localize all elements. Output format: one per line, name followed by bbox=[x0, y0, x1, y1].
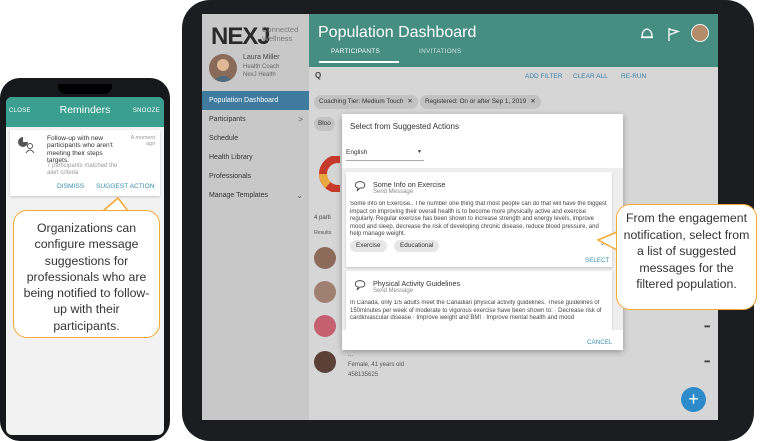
message-icon bbox=[354, 181, 366, 192]
close-icon[interactable]: ✕ bbox=[407, 98, 412, 105]
more-icon[interactable]: ••• bbox=[704, 357, 710, 366]
cancel-button[interactable]: CANCEL bbox=[587, 339, 613, 346]
active-tab-indicator bbox=[319, 61, 399, 63]
logo-subtitle-line-1: Connected bbox=[262, 25, 299, 34]
participant-meta: Female, 41 years old bbox=[348, 362, 405, 368]
tag-exercise: Exercise bbox=[350, 240, 387, 252]
reminder-subtext: 7 participants matched the alert criteri… bbox=[47, 163, 118, 176]
chevron-right-icon: > bbox=[298, 115, 303, 124]
avatar[interactable] bbox=[314, 247, 336, 269]
app-logo: NEXJ bbox=[211, 23, 271, 50]
action-body: Some info on Exercise.. The number one t… bbox=[350, 201, 607, 237]
action-title: Some Info on Exercise bbox=[373, 180, 446, 189]
phone-notch bbox=[58, 84, 112, 94]
user-avatar[interactable] bbox=[691, 24, 709, 42]
tab-invitations[interactable]: INVITATIONS bbox=[419, 48, 461, 55]
sidebar-item-schedule[interactable]: Schedule bbox=[202, 129, 309, 148]
actions-list[interactable]: Some Info on Exercise Send Message Some … bbox=[342, 168, 623, 330]
suggest-action-button[interactable]: SUGGEST ACTION bbox=[96, 183, 155, 190]
participant-id: 458135625 bbox=[348, 372, 379, 378]
avatar-image bbox=[212, 59, 234, 82]
action-title: Physical Activity Guidelines bbox=[373, 279, 461, 288]
profile-role: Health Coach bbox=[243, 64, 280, 70]
profile-name: Laura Miller bbox=[243, 54, 280, 61]
sidebar-item-health-library[interactable]: Health Library bbox=[202, 148, 309, 167]
dialog-title: Select from Suggested Actions bbox=[350, 122, 459, 131]
sidebar-item-label: Manage Templates bbox=[209, 192, 269, 199]
chip-label: Registered: On or after Sep 1, 2019 bbox=[425, 98, 527, 105]
flag-icon[interactable] bbox=[665, 26, 681, 42]
search-icon: Q bbox=[315, 71, 322, 80]
sidebar-item-label: Health Library bbox=[209, 154, 253, 161]
list-item[interactable]: Some Info on Exercise Send Message Some … bbox=[346, 172, 612, 267]
header: Population Dashboard PARTICIPANTS INVITA… bbox=[309, 14, 718, 67]
action-body: In Canada, only 1/5 adults meet the Cana… bbox=[350, 300, 602, 321]
tag-educational: Educational bbox=[394, 240, 440, 252]
sidebar-item-professionals[interactable]: Professionals bbox=[202, 167, 309, 186]
close-icon[interactable]: ✕ bbox=[530, 98, 535, 105]
reminders-header: CLOSE Reminders SNOOZE bbox=[6, 97, 164, 127]
dismiss-button[interactable]: DISMISS bbox=[57, 183, 84, 190]
snooze-button[interactable]: SNOOZE bbox=[133, 108, 160, 114]
chevron-down-icon[interactable]: ⌄ bbox=[600, 240, 605, 247]
reminder-timestamp: A moment ago bbox=[130, 135, 155, 147]
group-alert-icon bbox=[18, 137, 35, 154]
sidebar-item-label: Participants bbox=[209, 116, 246, 123]
sidebar-nav: Population Dashboard Participants > Sche… bbox=[202, 91, 309, 205]
caret-down-icon: ▼ bbox=[417, 149, 422, 155]
suggested-actions-dialog: Select from Suggested Actions English ▼ … bbox=[342, 114, 623, 350]
results-label: Results bbox=[314, 230, 332, 236]
reminder-card[interactable]: Follow-up with new participants who aren… bbox=[10, 130, 160, 196]
logo-subtitle: Connected Wellness bbox=[262, 25, 298, 43]
tab-participants[interactable]: PARTICIPANTS bbox=[331, 48, 380, 55]
language-select[interactable]: English ▼ bbox=[346, 149, 424, 161]
more-icon[interactable]: ••• bbox=[704, 322, 710, 331]
profile-org: NexJ Health bbox=[243, 72, 276, 78]
avatar[interactable] bbox=[314, 315, 336, 337]
sidebar-item-label: Population Dashboard bbox=[209, 97, 279, 104]
add-filter-button[interactable]: ADD FILTER bbox=[525, 73, 562, 80]
donut-chart-icon bbox=[319, 156, 340, 192]
language-value: English bbox=[346, 149, 368, 156]
sidebar-item-population-dashboard[interactable]: Population Dashboard bbox=[202, 91, 309, 110]
rerun-button[interactable]: RE-RUN bbox=[621, 73, 646, 80]
participant-name: ... bbox=[348, 352, 354, 358]
sidebar-item-participants[interactable]: Participants > bbox=[202, 110, 309, 129]
action-type: Send Message bbox=[373, 288, 414, 294]
callout-suggested-info: From the engagement notification, select… bbox=[616, 204, 757, 310]
search-bar[interactable]: Q ADD FILTER CLEAR ALL RE-RUN bbox=[309, 67, 718, 88]
chevron-down-icon: ⌄ bbox=[296, 191, 303, 200]
filter-chip-coaching-tier[interactable]: Coaching Tier: Medium Touch ✕ bbox=[314, 95, 418, 109]
avatar[interactable] bbox=[209, 54, 237, 82]
chip-label: Coaching Tier: Medium Touch bbox=[319, 98, 404, 105]
filter-chip-partial[interactable]: Bloo bbox=[314, 117, 335, 131]
bell-icon[interactable] bbox=[639, 26, 655, 42]
select-button[interactable]: SELECT bbox=[585, 257, 610, 264]
avatar[interactable] bbox=[314, 281, 336, 303]
logo-subtitle-line-2: Wellness bbox=[262, 34, 293, 43]
sidebar-item-manage-templates[interactable]: Manage Templates ⌄ bbox=[202, 186, 309, 205]
results-count: 4 parti bbox=[314, 215, 331, 221]
message-icon bbox=[354, 280, 366, 291]
callout-reminder-info: Organizations can configure message sugg… bbox=[13, 210, 160, 338]
list-item[interactable]: Physical Activity Guidelines Send Messag… bbox=[346, 271, 612, 330]
add-button[interactable]: + bbox=[681, 387, 706, 412]
action-type: Send Message bbox=[373, 189, 414, 195]
sidebar-item-label: Schedule bbox=[209, 135, 239, 142]
avatar[interactable] bbox=[314, 351, 336, 373]
sidebar: NEXJ Connected Wellness Laura Miller Hea… bbox=[202, 14, 309, 420]
sidebar-item-label: Professionals bbox=[209, 173, 252, 180]
reminder-message: Follow-up with new participants who aren… bbox=[47, 135, 113, 164]
clear-all-button[interactable]: CLEAR ALL bbox=[573, 73, 608, 80]
filter-chip-registered[interactable]: Registered: On or after Sep 1, 2019 ✕ bbox=[420, 95, 541, 109]
page-title: Population Dashboard bbox=[318, 24, 477, 41]
